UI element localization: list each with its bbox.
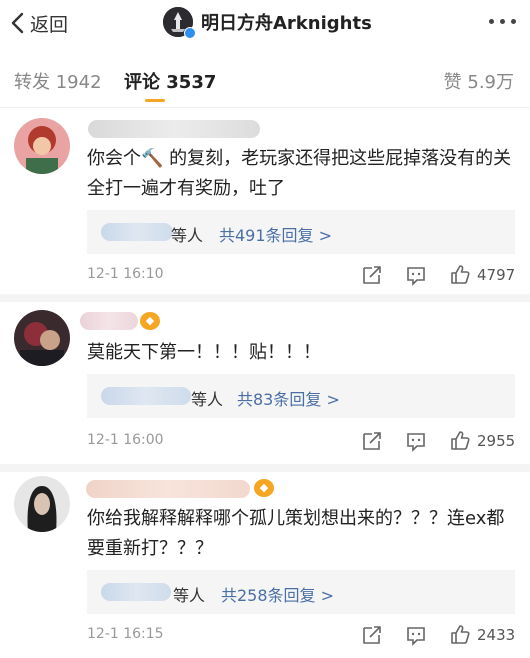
share-icon[interactable] <box>361 264 383 286</box>
back-label: 返回 <box>30 13 69 36</box>
divider <box>0 464 530 472</box>
comment-text: 你给我解释解释哪个孤儿策划想出来的？？？连ex都要重新打？？？ <box>87 508 505 559</box>
reply-people: 等人 <box>191 390 224 409</box>
account-avatar <box>163 7 196 39</box>
avatar[interactable] <box>14 476 70 532</box>
comment-time: 12-1 16:15 <box>87 626 164 642</box>
share-icon[interactable] <box>361 430 383 452</box>
divider <box>0 294 530 302</box>
comment-icon[interactable] <box>405 624 427 646</box>
comment-time: 12-1 16:10 <box>87 266 164 282</box>
comment-text: 你会个🔨 的复刻，老玩家还得把这些屁掉落没有的关全打一遍才有奖励，吐了 <box>87 148 512 199</box>
tab-like[interactable]: 赞 5.9万 <box>444 68 514 94</box>
blurred-reply-names <box>101 387 191 405</box>
comment-item: ◆ 你给我解释解释哪个孤儿策划想出来的？？？连ex都要重新打？？？ 等人 共25… <box>0 472 530 658</box>
comment-item: ◆ 莫能天下第一！！！贴！！！ 等人 共83条回复 > 12-1 16:00 2… <box>0 302 530 472</box>
reply-summary[interactable]: 等人 共491条回复 > <box>87 210 515 254</box>
blurred-username <box>88 120 260 138</box>
like-count: 2433 <box>477 626 516 644</box>
reply-summary[interactable]: 等人 共258条回复 > <box>87 570 515 614</box>
top-bar: 返回 明日方舟Arknights <box>0 0 530 46</box>
chevron-left-icon <box>11 12 24 34</box>
comment-icon[interactable] <box>405 430 427 452</box>
thumbs-up-icon[interactable] <box>449 429 471 451</box>
vip-badge: ◆ <box>254 479 274 497</box>
blurred-username <box>86 480 250 498</box>
comment-time: 12-1 16:00 <box>87 432 164 448</box>
blurred-reply-names <box>101 583 171 601</box>
like-count: 4797 <box>477 266 516 284</box>
like-count: 2955 <box>477 432 516 450</box>
comment-icon[interactable] <box>405 264 427 286</box>
reply-summary[interactable]: 等人 共83条回复 > <box>87 374 515 418</box>
tab-bar: 转发 1942 评论 3537 赞 5.9万 <box>0 50 530 108</box>
tab-repost[interactable]: 转发 1942 <box>14 68 102 94</box>
vip-badge: ◆ <box>140 312 160 330</box>
reply-people: 等人 <box>171 226 204 245</box>
reply-people: 等人 <box>173 586 206 605</box>
account-title[interactable]: 明日方舟Arknights <box>163 6 372 39</box>
verified-badge <box>184 27 196 39</box>
avatar[interactable] <box>14 118 70 174</box>
share-icon[interactable] <box>361 624 383 646</box>
reply-count-link[interactable]: 共258条回复 > <box>221 582 334 606</box>
blurred-username <box>80 312 138 330</box>
page-title: 明日方舟Arknights <box>201 13 372 34</box>
tab-comment[interactable]: 评论 3537 <box>124 68 216 94</box>
reply-count-link[interactable]: 共491条回复 > <box>219 222 332 246</box>
back-button[interactable]: 返回 <box>10 9 68 37</box>
more-dots-icon[interactable] <box>489 19 516 24</box>
thumbs-up-icon[interactable] <box>449 623 471 645</box>
reply-count-link[interactable]: 共83条回复 > <box>237 386 340 410</box>
thumbs-up-icon[interactable] <box>449 263 471 285</box>
avatar[interactable] <box>14 310 70 366</box>
comment-text: 莫能天下第一！！！贴！！！ <box>87 342 321 363</box>
active-tab-indicator <box>145 99 165 102</box>
blurred-reply-names <box>101 223 173 241</box>
comment-item: 你会个🔨 的复刻，老玩家还得把这些屁掉落没有的关全打一遍才有奖励，吐了 等人 共… <box>0 108 530 298</box>
